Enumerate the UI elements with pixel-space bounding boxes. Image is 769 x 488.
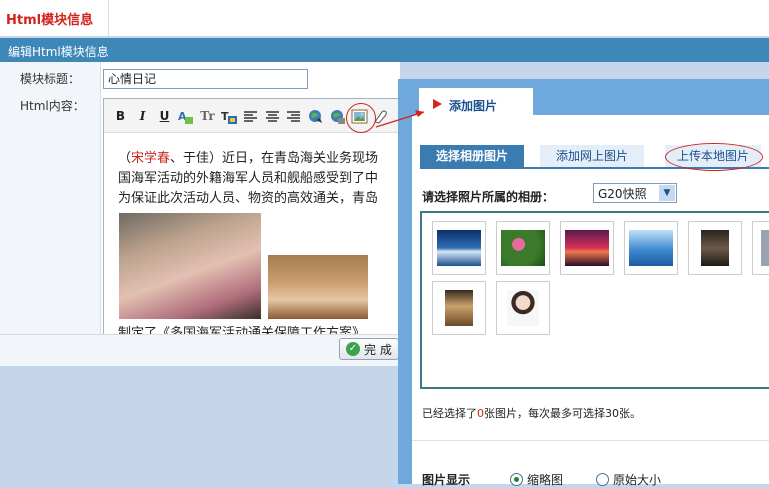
- font-color-button[interactable]: A: [177, 108, 194, 125]
- divider: [412, 440, 769, 441]
- font-size-button[interactable]: Tr: [199, 108, 216, 125]
- title-input[interactable]: 心情日记: [103, 69, 308, 89]
- photo-thumbnail[interactable]: [624, 221, 678, 275]
- finish-button[interactable]: ✓ 完 成: [339, 338, 399, 360]
- chevron-down-icon[interactable]: ▼: [659, 185, 675, 201]
- label-column: 模块标题： Html内容：: [0, 62, 101, 365]
- panel-header-title: 编辑Html模块信息: [8, 45, 109, 59]
- check-icon: ✓: [346, 342, 360, 356]
- underline-button[interactable]: U: [156, 108, 173, 125]
- photo-thumbnail[interactable]: [688, 221, 742, 275]
- align-left-icon[interactable]: [242, 108, 259, 125]
- highlight-button[interactable]: T: [221, 108, 238, 125]
- remove-link-icon[interactable]: [329, 108, 346, 125]
- selection-prefix: 已经选择了: [422, 407, 477, 420]
- selection-suffix: 张图片，每次最多可选择30张。: [484, 407, 641, 420]
- top-bar: Html模块信息: [0, 0, 769, 37]
- radio-selected-icon: [510, 473, 523, 486]
- panel-header: 编辑Html模块信息: [0, 38, 769, 62]
- radio-thumbnail-label: 缩略图: [527, 473, 564, 487]
- display-label: 图片显示: [422, 473, 471, 487]
- font-color-icon: A: [178, 110, 193, 124]
- insert-link-icon[interactable]: [307, 108, 324, 125]
- photo-thumbnail[interactable]: [432, 221, 486, 275]
- photo-thumbnail[interactable]: [560, 221, 614, 275]
- text-line-3: 为保证此次活动人员、物资的高效通关，青岛: [118, 191, 379, 206]
- radio-original-label: 原始大小: [613, 473, 662, 487]
- editor-toolbar: B I U A Tr T: [104, 99, 401, 133]
- inserted-photo: [119, 213, 261, 319]
- album-select-value: G20快照: [598, 187, 647, 201]
- text-line-1: 、于佳）近日，在青岛海关业务现场: [170, 151, 379, 166]
- finish-button-label: 完 成: [364, 343, 392, 357]
- author-name: 宋学春: [131, 151, 171, 166]
- align-center-icon[interactable]: [264, 108, 281, 125]
- tab-album-images[interactable]: 选择相册图片: [420, 145, 524, 167]
- italic-button[interactable]: I: [134, 108, 151, 125]
- content-label: Html内容：: [20, 99, 85, 113]
- title-label: 模块标题：: [20, 72, 81, 86]
- bold-button[interactable]: B: [112, 108, 129, 125]
- add-image-dialog: 添加图片 选择相册图片 添加网上图片 上传本地图片 请选择照片所属的相册： G2…: [398, 79, 769, 487]
- highlight-ellipse: [665, 143, 763, 171]
- text-prefix: （: [118, 151, 132, 166]
- photo-thumbnail[interactable]: [496, 221, 550, 275]
- selection-info: 已经选择了0张图片，每次最多可选择30张。: [422, 405, 641, 421]
- inserted-photo: [268, 255, 368, 319]
- photo-thumbnail[interactable]: [496, 281, 550, 335]
- dialog-body: 选择相册图片 添加网上图片 上传本地图片 请选择照片所属的相册： G20快照 ▼…: [412, 115, 769, 487]
- arrow-icon: [433, 99, 442, 109]
- tab-add-image[interactable]: 添加图片: [418, 87, 534, 118]
- html-editor[interactable]: B I U A Tr T （宋学春、于佳）近日，在青岛海关业务现场 国海军活动的…: [103, 98, 402, 336]
- tab-add-image-label: 添加图片: [449, 99, 498, 113]
- radio-original-size[interactable]: 原始大小: [596, 471, 661, 488]
- photo-thumbnail[interactable]: [432, 281, 486, 335]
- photo-thumbnail[interactable]: [752, 221, 769, 275]
- album-label: 请选择照片所属的相册：: [422, 190, 555, 204]
- highlight-circle: [346, 103, 376, 133]
- selection-count: 0: [477, 407, 484, 420]
- editor-content: （宋学春、于佳）近日，在青岛海关业务现场 国海军活动的外籍海军人员和舰船感受到了…: [118, 149, 401, 209]
- radio-unselected-icon: [596, 473, 609, 486]
- page-title: Html模块信息: [6, 13, 94, 28]
- divider: [108, 0, 109, 36]
- tab-web-images[interactable]: 添加网上图片: [540, 145, 644, 167]
- highlight-icon: T: [221, 110, 237, 124]
- svg-text:T: T: [221, 110, 229, 123]
- photo-gallery: [420, 211, 769, 389]
- text-line-2: 国海军活动的外籍海军人员和舰船感受到了中: [118, 171, 379, 186]
- align-right-icon[interactable]: [285, 108, 302, 125]
- radio-thumbnail[interactable]: 缩略图: [510, 471, 563, 488]
- album-select[interactable]: G20快照 ▼: [593, 183, 677, 203]
